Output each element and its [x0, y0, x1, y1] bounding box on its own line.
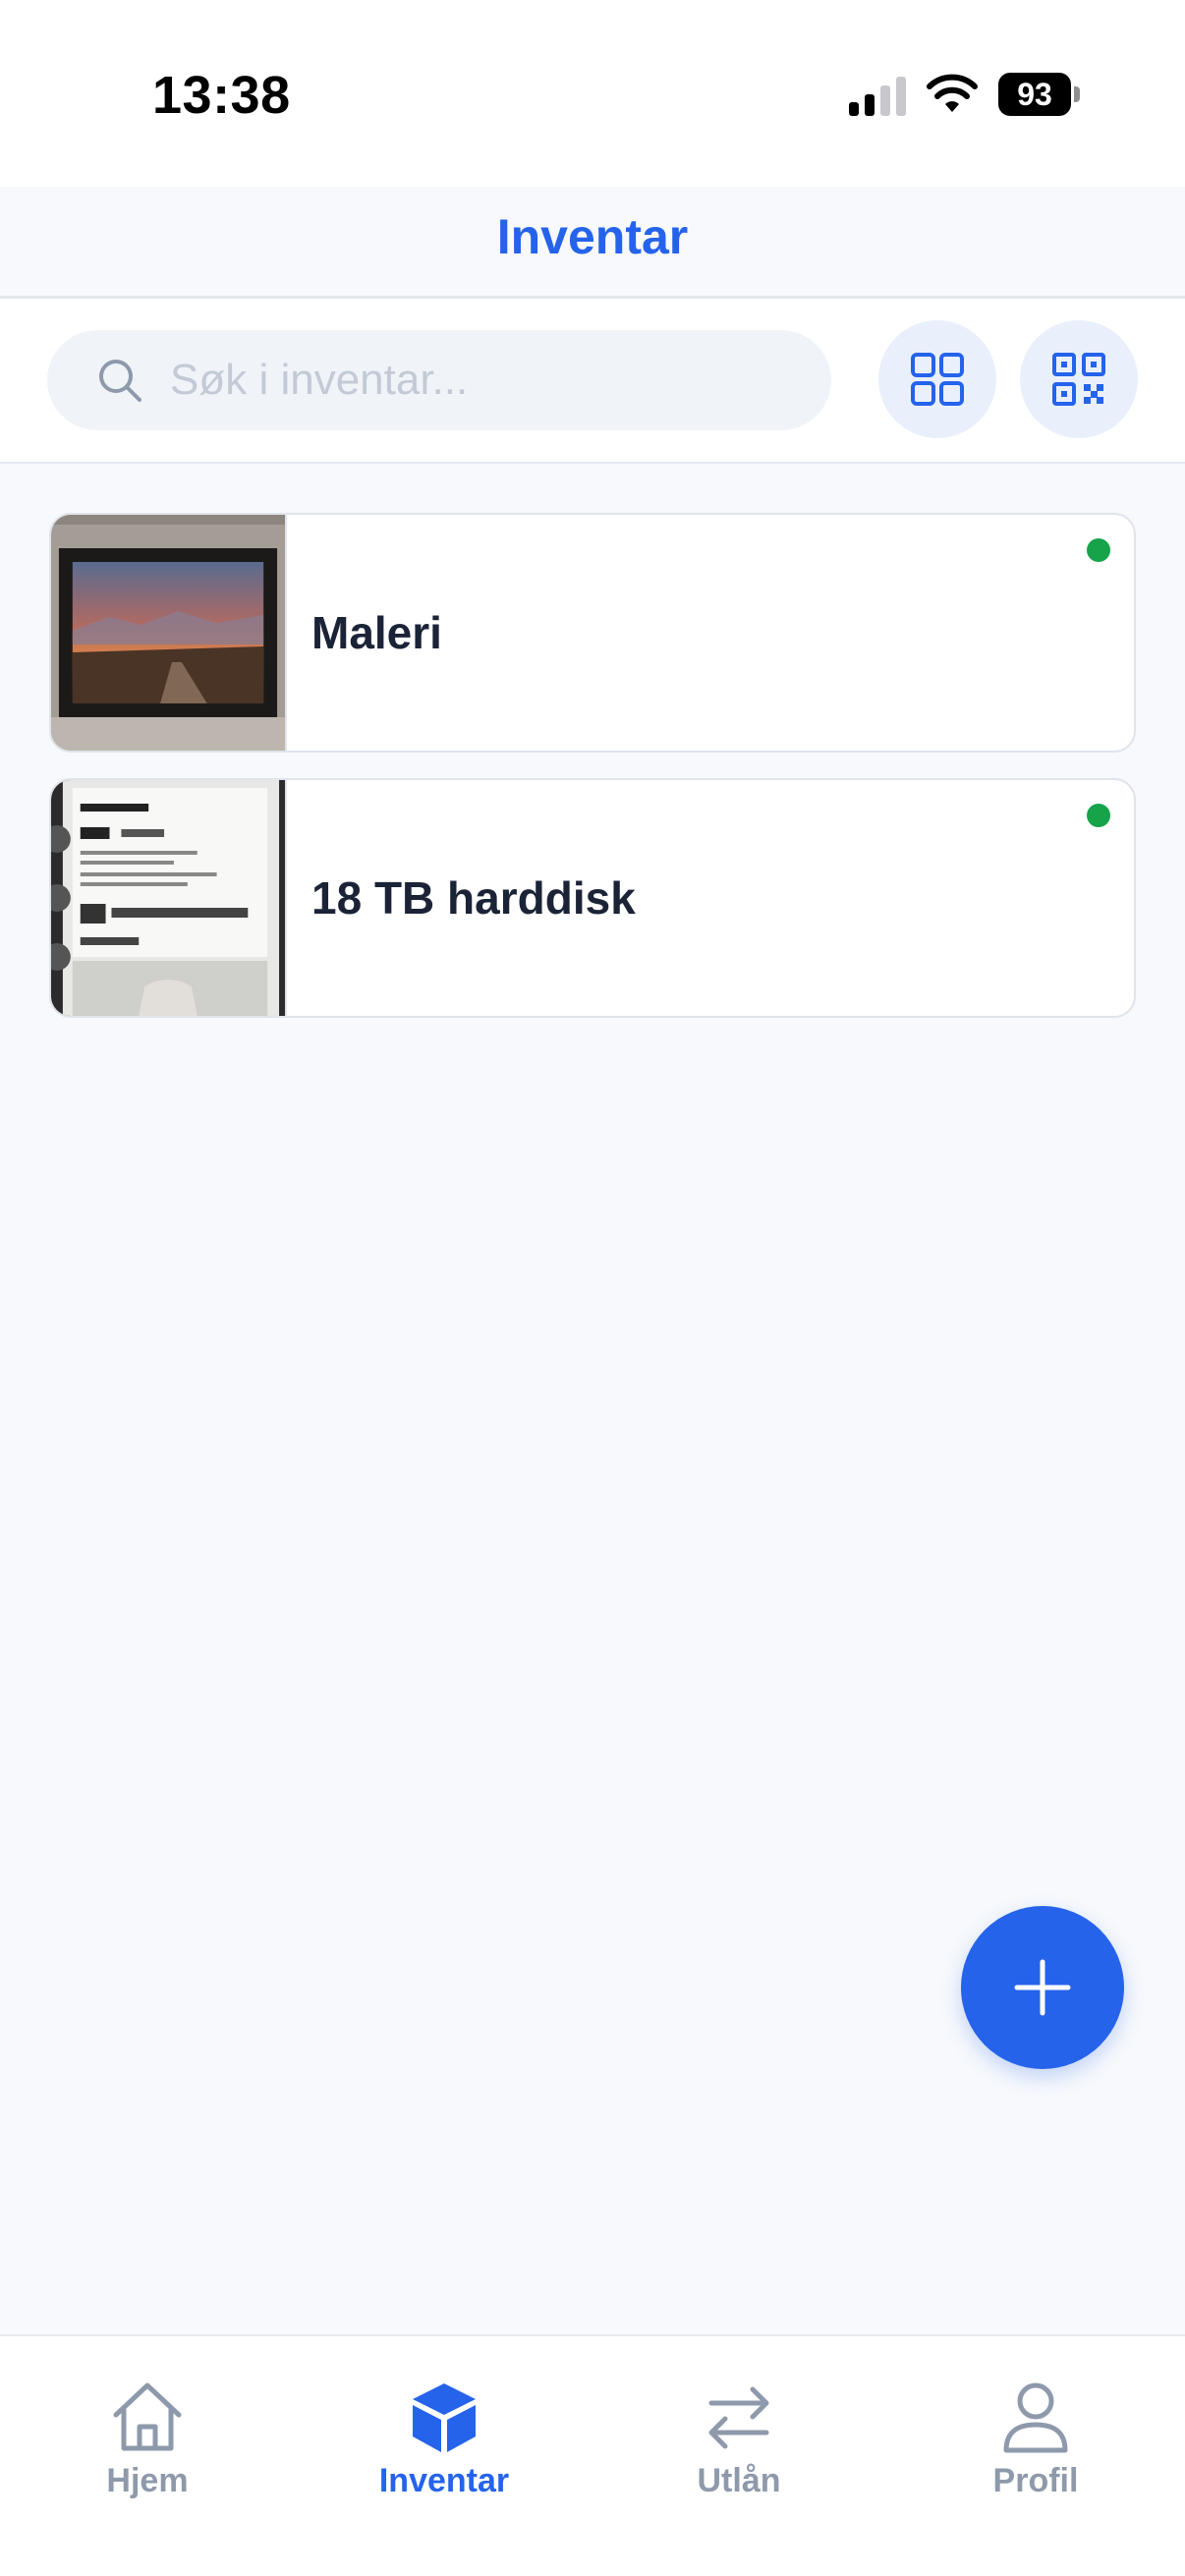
user-icon: [1003, 2382, 1068, 2453]
search-box[interactable]: [47, 330, 831, 430]
swap-arrows-icon: [708, 2386, 769, 2449]
status-time: 13:38: [152, 66, 291, 125]
inventory-item-card[interactable]: Maleri: [49, 513, 1136, 753]
search-input[interactable]: [170, 330, 799, 430]
search-toolbar: [0, 299, 1185, 464]
availability-status-dot: [1087, 804, 1110, 827]
cellular-signal-icon: [849, 77, 906, 116]
bottom-tab-bar: Hjem Inventar Utlån Profil: [0, 2334, 1185, 2576]
search-icon: [99, 360, 141, 402]
item-title: 18 TB harddisk: [311, 872, 636, 924]
tab-inventory[interactable]: Inventar: [346, 2380, 542, 2517]
tab-label: Hjem: [106, 2462, 189, 2499]
inventory-item-card[interactable]: 18 TB harddisk: [49, 778, 1136, 1018]
qr-code-icon: [1052, 353, 1105, 406]
box-icon: [413, 2383, 476, 2452]
battery-level: 93: [998, 73, 1071, 116]
home-icon: [113, 2382, 182, 2451]
battery-cap: [1074, 86, 1080, 102]
tab-loans[interactable]: Utlån: [641, 2380, 837, 2517]
item-photo-hard-drive: [51, 780, 287, 1016]
add-item-button[interactable]: [961, 1906, 1124, 2069]
item-title: Maleri: [311, 607, 442, 658]
tab-label: Utlån: [697, 2462, 781, 2499]
battery-indicator: 93: [998, 73, 1081, 116]
wifi-icon: [927, 74, 978, 112]
qr-scan-button[interactable]: [1020, 320, 1138, 438]
tab-profile[interactable]: Profil: [937, 2380, 1134, 2517]
availability-status-dot: [1087, 538, 1110, 562]
grid-view-button[interactable]: [878, 320, 996, 438]
grid-icon: [911, 353, 964, 406]
status-bar: 13:38 93: [0, 0, 1185, 187]
tab-home[interactable]: Hjem: [49, 2380, 246, 2517]
tab-label: Inventar: [378, 2462, 510, 2499]
item-photo-painting: [51, 515, 287, 751]
page-title: Inventar: [496, 209, 689, 264]
plus-icon: [1014, 1959, 1071, 2016]
tab-label: Profil: [992, 2462, 1079, 2499]
